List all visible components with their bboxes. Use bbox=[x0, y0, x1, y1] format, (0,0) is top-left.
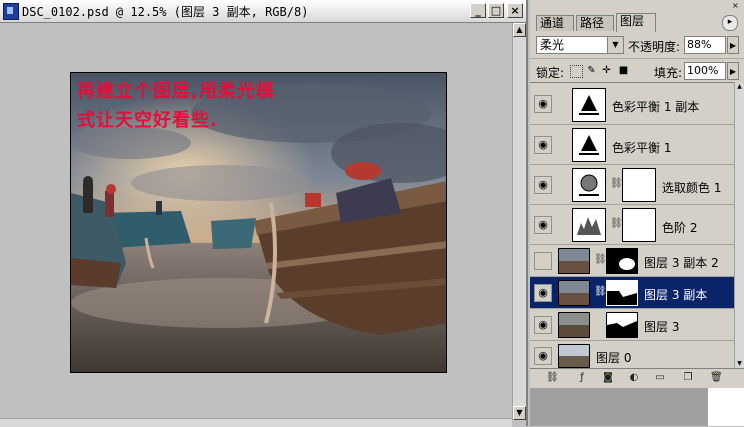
tab-paths[interactable]: 路径 bbox=[576, 15, 614, 31]
layer-mask-thumbnail[interactable] bbox=[622, 168, 656, 202]
layer-row[interactable]: ⛓ 图层 3 副本 2 bbox=[530, 245, 734, 277]
close-button[interactable]: × bbox=[507, 3, 523, 18]
minimize-button[interactable]: _ bbox=[470, 3, 486, 18]
new-fill-adjustment-icon[interactable]: ◐ bbox=[628, 372, 640, 384]
document-window: DSC_0102.psd @ 12.5% (图层 3 副本, RGB/8) _ … bbox=[0, 0, 528, 427]
link-icon[interactable]: ⛓ bbox=[594, 286, 607, 297]
layer-thumbnail[interactable] bbox=[558, 344, 590, 368]
layers-palette: × 通道 路径 图层 ▸ 柔光 ▼ 不透明度: 88% ▶ 锁定: ✎ ✛ ■ … bbox=[530, 0, 744, 389]
scroll-down-icon[interactable]: ▼ bbox=[735, 359, 744, 368]
layer-name[interactable]: 色彩平衡 1 bbox=[612, 139, 671, 156]
layer-style-icon[interactable]: ƒ bbox=[576, 372, 588, 384]
layer-name[interactable]: 图层 3 副本 bbox=[644, 286, 707, 303]
blend-mode-value: 柔光 bbox=[540, 38, 565, 52]
maximize-button[interactable]: □ bbox=[488, 3, 504, 18]
psd-file-icon bbox=[3, 3, 19, 20]
tab-layers[interactable]: 图层 bbox=[616, 13, 656, 32]
overlay-caption-line-2: 式让天空好看些. bbox=[77, 110, 218, 131]
color-balance-icon bbox=[572, 88, 606, 122]
document-title-bar[interactable]: DSC_0102.psd @ 12.5% (图层 3 副本, RGB/8) _ … bbox=[0, 0, 526, 23]
photo-canvas[interactable]: 再建立个图层,用柔光模 式让天空好看些. bbox=[70, 72, 447, 373]
visibility-eye-empty[interactable] bbox=[534, 252, 552, 270]
scroll-up-icon[interactable]: ▲ bbox=[735, 82, 744, 91]
tab-channels[interactable]: 通道 bbox=[536, 15, 574, 31]
layer-row[interactable]: ◉ 图层 3 bbox=[530, 309, 734, 341]
link-icon[interactable]: ⛓ bbox=[610, 178, 623, 189]
document-vertical-scrollbar[interactable]: ▲ ▼ bbox=[512, 23, 526, 420]
lock-position-icon[interactable]: ✛ bbox=[601, 65, 612, 76]
canvas-area[interactable]: 再建立个图层,用柔光模 式让天空好看些. bbox=[0, 23, 512, 420]
layer-name[interactable]: 图层 0 bbox=[596, 349, 631, 366]
document-title: DSC_0102.psd @ 12.5% (图层 3 副本, RGB/8) bbox=[22, 5, 309, 19]
visibility-eye-icon[interactable]: ◉ bbox=[534, 284, 552, 302]
layer-name[interactable]: 选取颜色 1 bbox=[662, 179, 721, 196]
layer-thumbnail[interactable] bbox=[558, 312, 590, 338]
blend-mode-select[interactable]: 柔光 ▼ bbox=[536, 36, 624, 54]
fill-input[interactable]: 100% bbox=[684, 62, 726, 80]
opacity-input[interactable]: 88% bbox=[684, 36, 726, 54]
visibility-eye-icon[interactable]: ◉ bbox=[534, 216, 552, 234]
layer-thumbnail[interactable] bbox=[558, 248, 590, 274]
layer-mask-thumbnail[interactable] bbox=[606, 280, 638, 306]
trash-icon[interactable]: 🗑 bbox=[710, 372, 723, 384]
layer-list: ◉ 色彩平衡 1 副本 ◉ 色彩平衡 1 ◉ ⛓ 选取颜色 1 ◉ ⛓ 色阶 2… bbox=[530, 82, 734, 369]
color-balance-icon bbox=[572, 128, 606, 162]
visibility-eye-icon[interactable]: ◉ bbox=[534, 176, 552, 194]
palette-tab-strip: × 通道 路径 图层 ▸ bbox=[530, 0, 744, 33]
palette-menu-icon[interactable]: ▸ bbox=[722, 15, 738, 31]
lock-fill-row: 锁定: ✎ ✛ ■ 填充: 100% ▶ bbox=[530, 58, 744, 81]
lock-image-icon[interactable]: ✎ bbox=[586, 65, 597, 76]
layer-name[interactable]: 色阶 2 bbox=[662, 219, 697, 236]
levels-icon bbox=[572, 208, 606, 242]
layer-name[interactable]: 图层 3 bbox=[644, 318, 679, 335]
layer-row-selected[interactable]: ◉ ⛓ 图层 3 副本 bbox=[530, 277, 734, 309]
visibility-eye-icon[interactable]: ◉ bbox=[534, 316, 552, 334]
overlay-caption-line-1: 再建立个图层,用柔光模 bbox=[77, 81, 275, 102]
lock-label: 锁定: bbox=[536, 66, 565, 80]
layer-name[interactable]: 图层 3 副本 2 bbox=[644, 254, 719, 271]
lock-transparency-icon[interactable] bbox=[570, 65, 583, 78]
selective-color-icon bbox=[572, 168, 606, 202]
link-icon[interactable]: ⛓ bbox=[594, 254, 607, 265]
fill-label: 填充: bbox=[654, 66, 683, 80]
layer-row[interactable]: ◉ 色彩平衡 1 副本 bbox=[530, 83, 734, 125]
visibility-eye-icon[interactable]: ◉ bbox=[534, 95, 552, 113]
blend-opacity-row: 柔光 ▼ 不透明度: 88% ▶ bbox=[530, 33, 744, 55]
visibility-eye-icon[interactable]: ◉ bbox=[534, 347, 552, 365]
link-icon[interactable]: ⛓ bbox=[610, 218, 623, 229]
scroll-down-icon[interactable]: ▼ bbox=[513, 406, 526, 420]
layer-name[interactable]: 色彩平衡 1 副本 bbox=[612, 98, 699, 115]
add-mask-icon[interactable]: ◙ bbox=[602, 372, 614, 384]
palette-close-icon[interactable]: × bbox=[732, 2, 740, 10]
link-layers-icon[interactable]: ⛓ bbox=[546, 372, 559, 384]
layer-row[interactable]: ◉ 色彩平衡 1 bbox=[530, 125, 734, 165]
opacity-slider-arrow-icon[interactable]: ▶ bbox=[727, 36, 739, 54]
layers-footer-toolbar: ⛓ ƒ ◙ ◐ ▭ ❐ 🗑 bbox=[530, 368, 744, 389]
chevron-down-icon[interactable]: ▼ bbox=[607, 37, 623, 53]
lock-all-icon[interactable]: ■ bbox=[618, 65, 629, 76]
layer-mask-thumbnail[interactable] bbox=[606, 248, 638, 274]
opacity-label: 不透明度: bbox=[628, 40, 681, 54]
layer-row[interactable]: ◉ 图层 0 bbox=[530, 341, 734, 369]
new-layer-icon[interactable]: ❐ bbox=[682, 372, 694, 384]
layer-mask-thumbnail[interactable] bbox=[606, 312, 638, 338]
workspace-white-area bbox=[708, 388, 744, 426]
fill-slider-arrow-icon[interactable]: ▶ bbox=[727, 62, 739, 80]
layer-row[interactable]: ◉ ⛓ 色阶 2 bbox=[530, 205, 734, 245]
layer-mask-thumbnail[interactable] bbox=[622, 208, 656, 242]
layer-thumbnail[interactable] bbox=[558, 280, 590, 306]
visibility-eye-icon[interactable]: ◉ bbox=[534, 136, 552, 154]
layer-list-scrollbar[interactable]: ▲ ▼ bbox=[734, 82, 744, 368]
new-group-icon[interactable]: ▭ bbox=[654, 372, 666, 384]
layer-row[interactable]: ◉ ⛓ 选取颜色 1 bbox=[530, 165, 734, 205]
scroll-up-icon[interactable]: ▲ bbox=[513, 23, 526, 37]
